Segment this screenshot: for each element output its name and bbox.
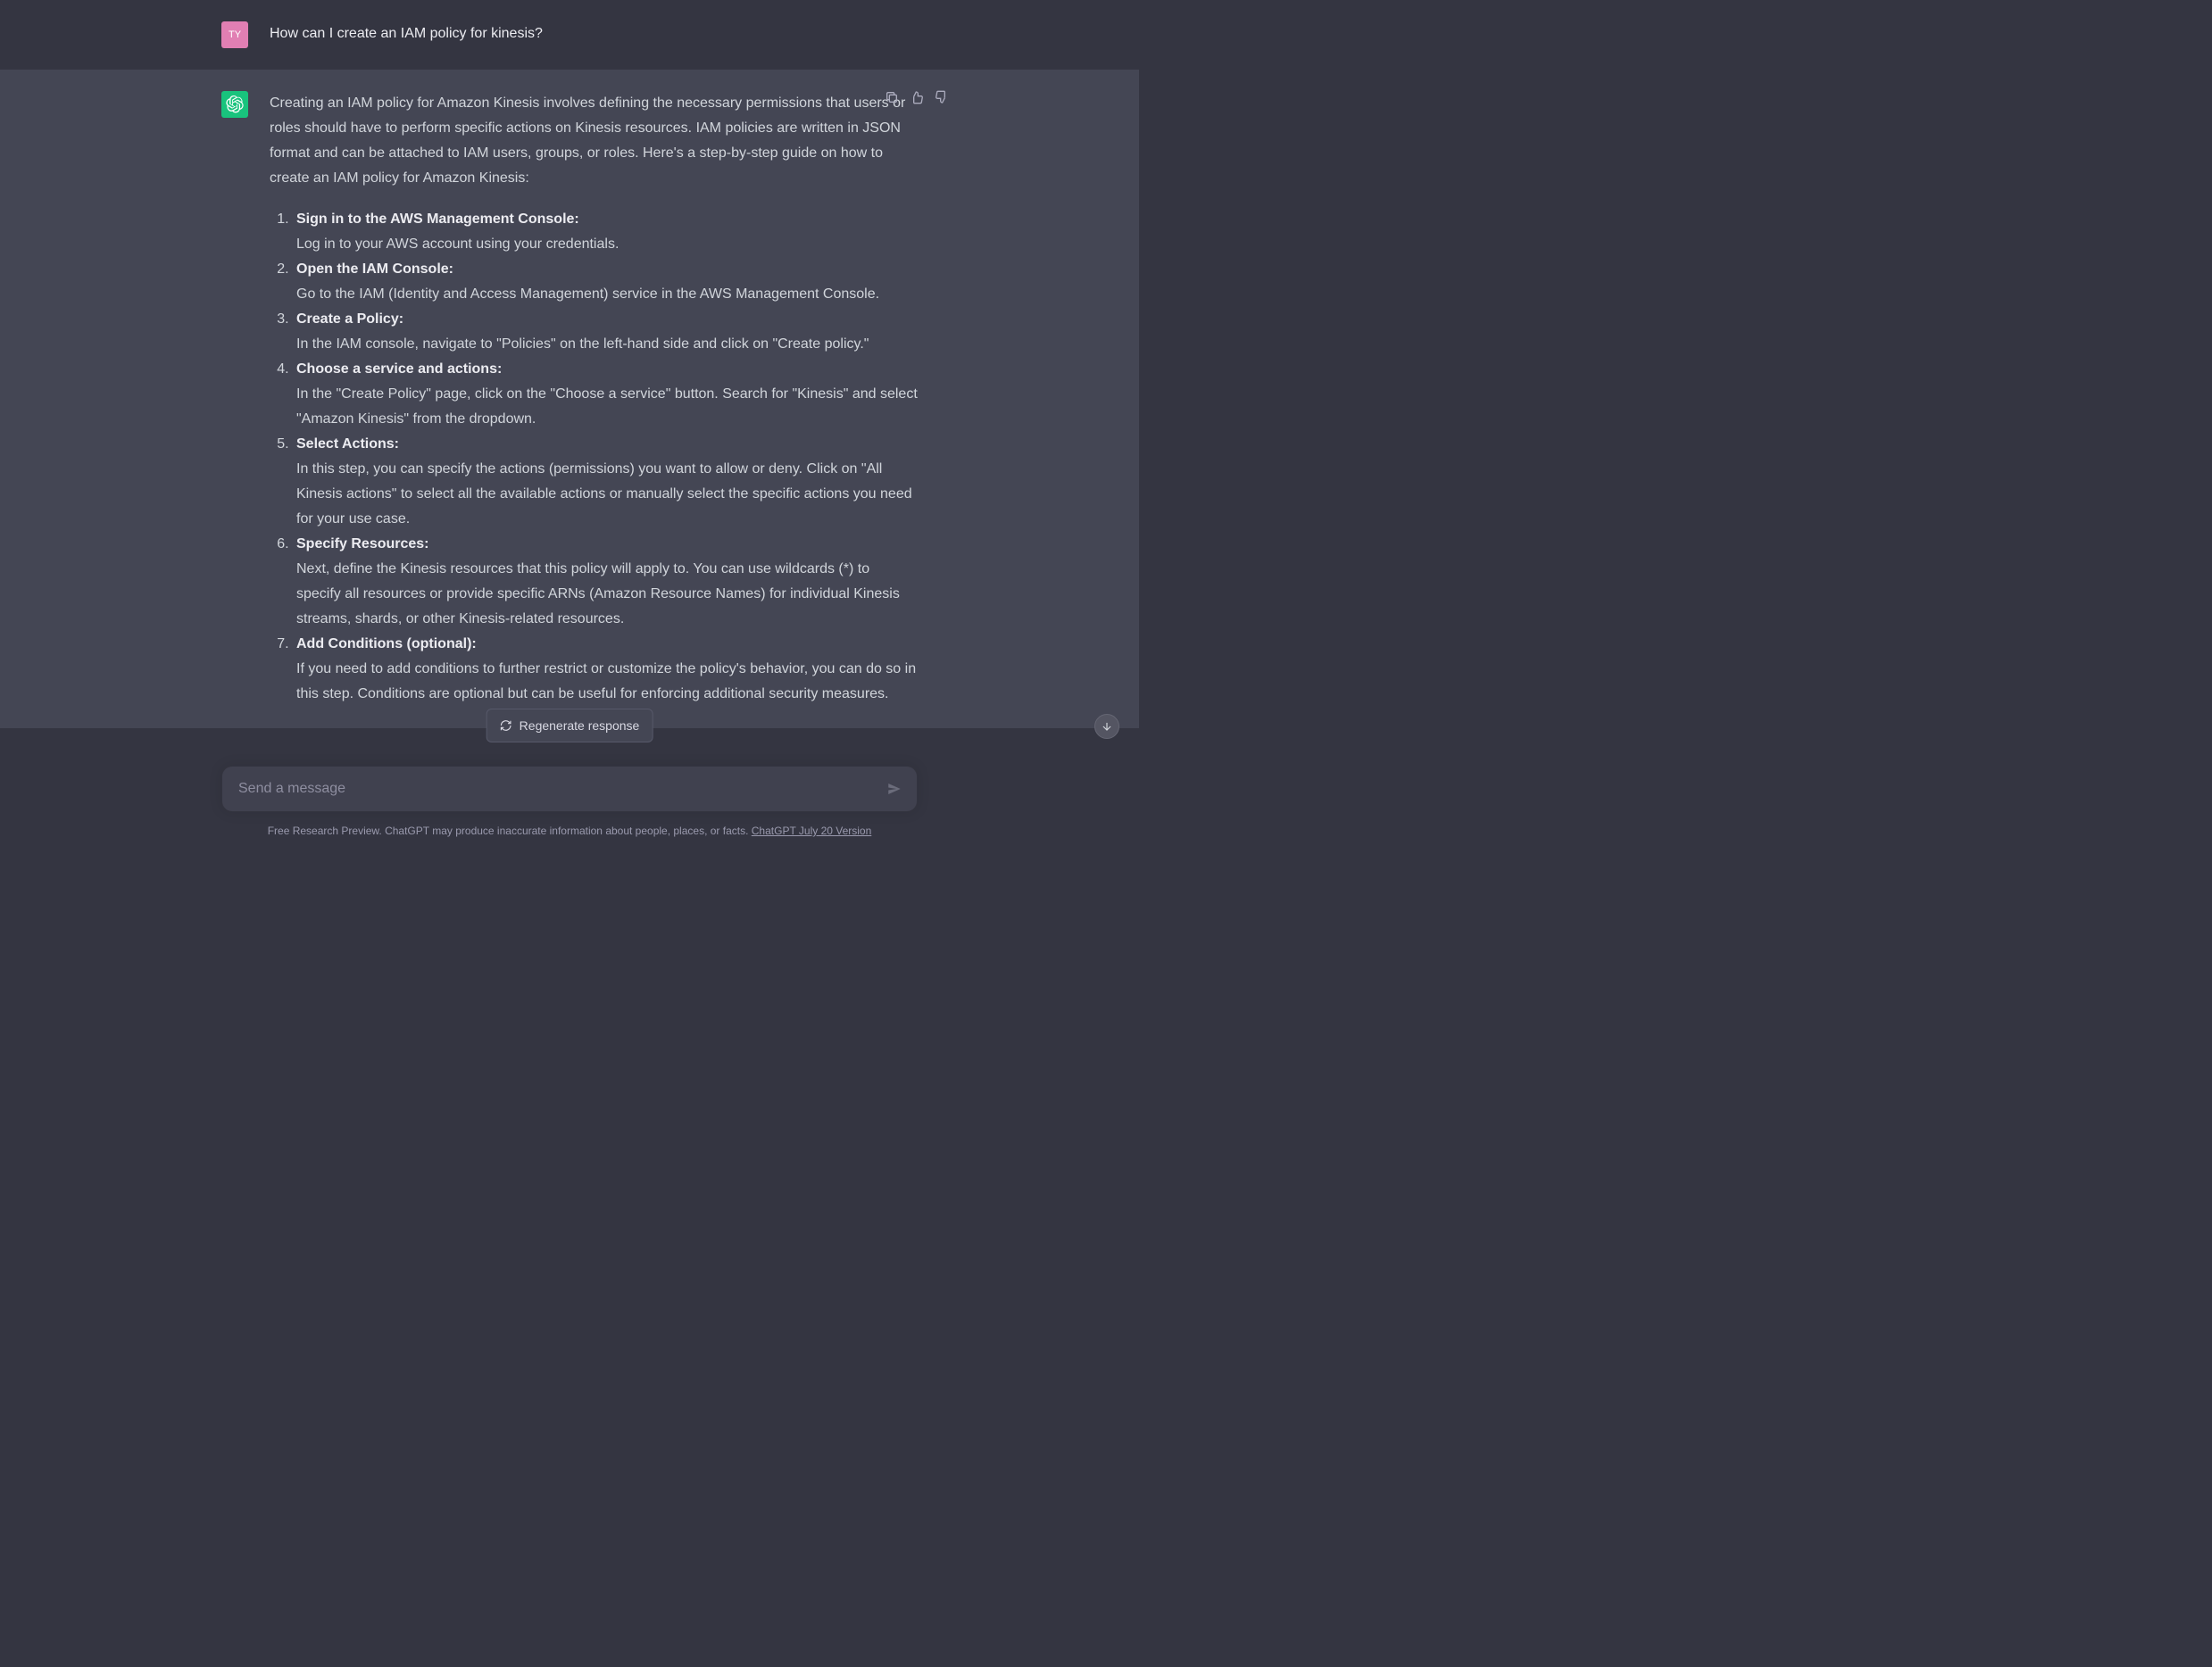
step-item: Specify Resources: Next, define the Kines… bbox=[293, 532, 918, 632]
regenerate-icon bbox=[500, 719, 512, 732]
step-item: Sign in to the AWS Management Console: Lo… bbox=[293, 207, 918, 257]
openai-logo-icon bbox=[226, 95, 244, 113]
step-item: Open the IAM Console: Go to the IAM (Iden… bbox=[293, 257, 918, 307]
step-body: If you need to add conditions to further… bbox=[296, 657, 918, 707]
assistant-message-content: Creating an IAM policy for Amazon Kinesi… bbox=[270, 91, 918, 707]
step-item: Select Actions: In this step, you can spe… bbox=[293, 432, 918, 532]
assistant-avatar bbox=[221, 91, 248, 118]
step-body: Go to the IAM (Identity and Access Manag… bbox=[296, 282, 918, 307]
step-title: Choose a service and actions: bbox=[296, 361, 502, 377]
footer-text: Free Research Preview. ChatGPT may produ… bbox=[268, 825, 752, 837]
step-item: Choose a service and actions: In the "Cre… bbox=[293, 357, 918, 432]
message-input[interactable] bbox=[238, 781, 872, 797]
thumbs-down-icon[interactable] bbox=[934, 89, 950, 105]
step-body: In the "Create Policy" page, click on th… bbox=[296, 382, 918, 432]
regenerate-button[interactable]: Regenerate response bbox=[486, 709, 653, 742]
footer-version-link[interactable]: ChatGPT July 20 Version bbox=[752, 825, 872, 837]
step-body: Log in to your AWS account using your cr… bbox=[296, 232, 918, 257]
assistant-steps-list: Sign in to the AWS Management Console: Lo… bbox=[270, 207, 918, 707]
step-title: Specify Resources: bbox=[296, 536, 429, 552]
message-input-bar bbox=[221, 766, 918, 812]
user-avatar: TY bbox=[221, 21, 248, 48]
step-item: Add Conditions (optional): If you need to… bbox=[293, 632, 918, 707]
step-title: Create a Policy: bbox=[296, 311, 403, 327]
chat-scroll: TY How can I create an IAM policy for ki… bbox=[0, 0, 1139, 759]
user-message-row: TY How can I create an IAM policy for ki… bbox=[0, 0, 1139, 70]
scroll-to-bottom-button[interactable] bbox=[1094, 714, 1119, 739]
step-item: Create a Policy: In the IAM console, navi… bbox=[293, 307, 918, 357]
assistant-message-row: Creating an IAM policy for Amazon Kinesi… bbox=[0, 70, 1139, 728]
regenerate-label: Regenerate response bbox=[520, 718, 640, 733]
arrow-down-icon bbox=[1101, 720, 1113, 733]
send-button[interactable] bbox=[885, 779, 904, 799]
step-title: Open the IAM Console: bbox=[296, 261, 453, 277]
copy-icon[interactable] bbox=[884, 89, 900, 105]
step-body: In the IAM console, navigate to "Policie… bbox=[296, 332, 918, 357]
send-icon bbox=[886, 781, 902, 797]
step-body: In this step, you can specify the action… bbox=[296, 457, 918, 532]
step-title: Add Conditions (optional): bbox=[296, 636, 477, 651]
message-actions bbox=[884, 89, 950, 105]
assistant-intro-text: Creating an IAM policy for Amazon Kinesi… bbox=[270, 91, 918, 191]
step-title: Select Actions: bbox=[296, 436, 399, 452]
footer-disclaimer: Free Research Preview. ChatGPT may produ… bbox=[0, 825, 1139, 837]
user-message-text: How can I create an IAM policy for kines… bbox=[270, 21, 918, 48]
thumbs-up-icon[interactable] bbox=[909, 89, 925, 105]
step-title: Sign in to the AWS Management Console: bbox=[296, 211, 579, 227]
step-body: Next, define the Kinesis resources that … bbox=[296, 557, 918, 632]
